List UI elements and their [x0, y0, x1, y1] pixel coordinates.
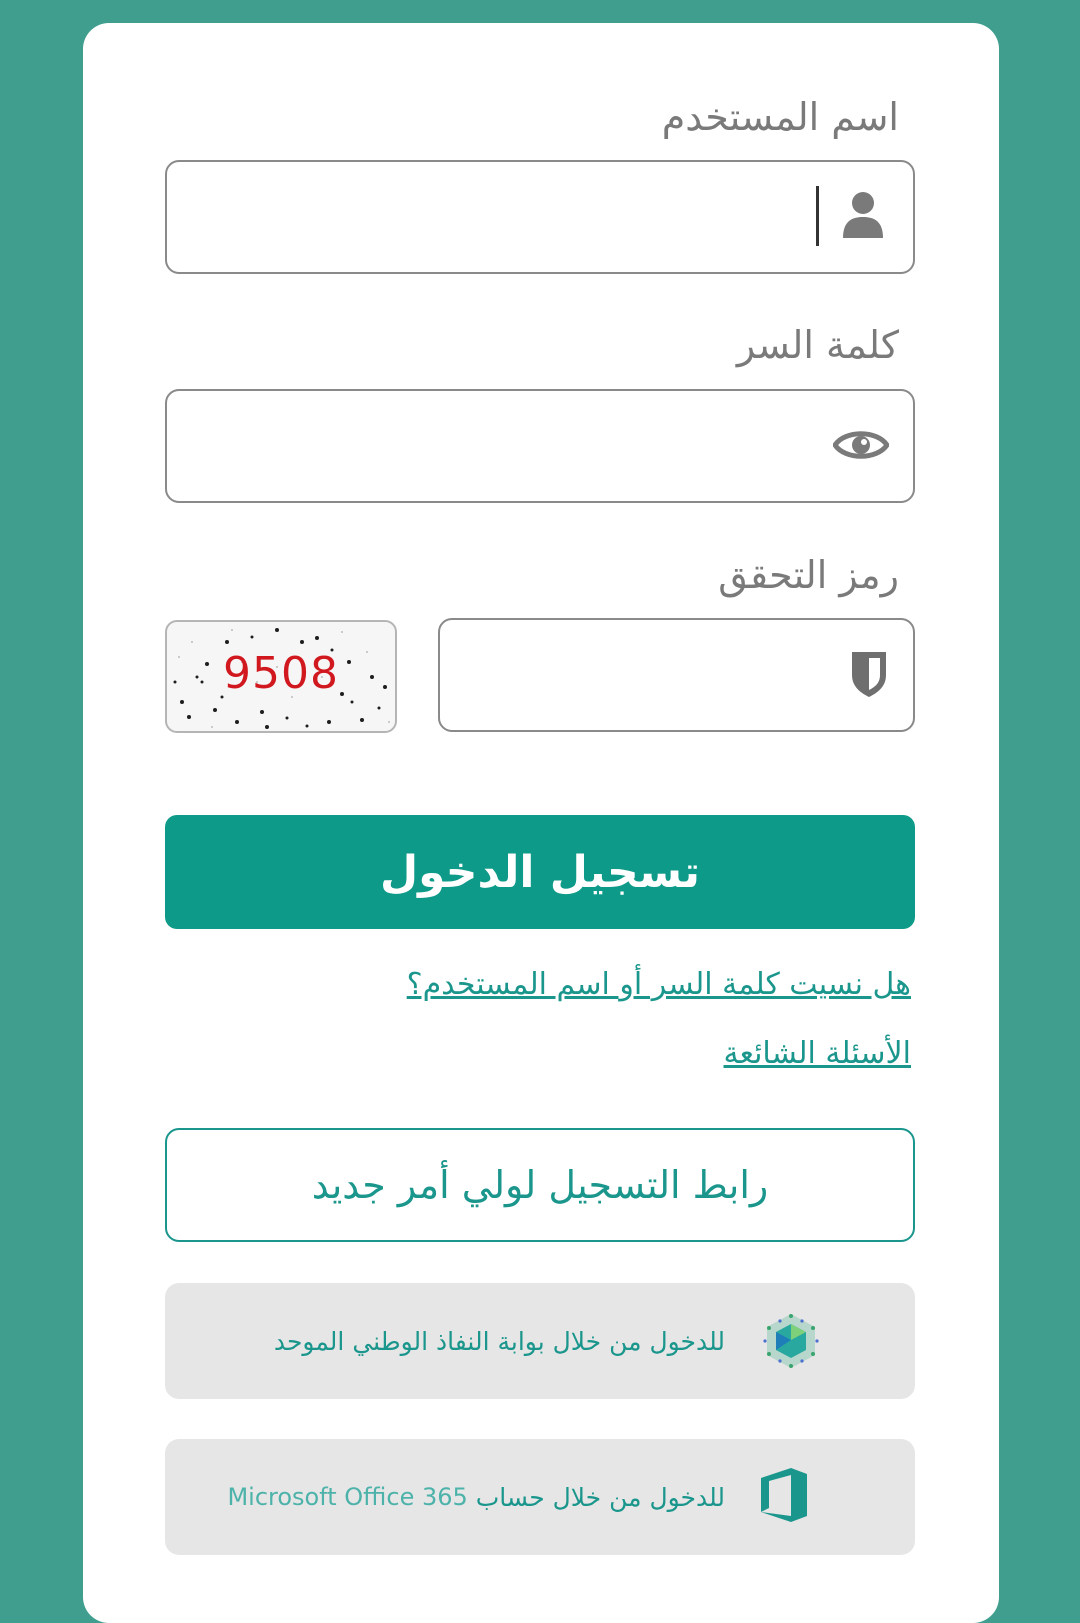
- shield-icon: [849, 649, 889, 703]
- office365-login-label: للدخول من خلال حساب Microsoft Office 365: [227, 1439, 725, 1555]
- eye-icon[interactable]: [831, 425, 891, 469]
- text-caret: [816, 186, 819, 246]
- nafath-login-label: للدخول من خلال بوابة النفاذ الوطني الموح…: [273, 1326, 725, 1356]
- captcha-image[interactable]: 9508: [165, 620, 397, 733]
- captcha-label: رمز التحقق: [718, 553, 899, 597]
- user-icon: [841, 190, 885, 244]
- forgot-credentials-link[interactable]: هل نسيت كلمة السر أو اسم المستخدم؟: [407, 967, 911, 1002]
- captcha-code: 9508: [223, 648, 339, 699]
- login-card: اسم المستخدم كلمة السر رمز التحقق 9508 ت…: [83, 23, 999, 1623]
- office-365-icon: [759, 1466, 809, 1528]
- nafath-logo-icon: [761, 1310, 821, 1376]
- password-field[interactable]: [165, 389, 915, 503]
- captcha-field[interactable]: [438, 618, 915, 732]
- register-guardian-button[interactable]: رابط التسجيل لولي أمر جديد: [165, 1128, 915, 1242]
- nafath-login-button[interactable]: للدخول من خلال بوابة النفاذ الوطني الموح…: [165, 1283, 915, 1399]
- office-label-text: للدخول من خلال حساب: [475, 1482, 725, 1512]
- faq-link[interactable]: الأسئلة الشائعة: [724, 1036, 911, 1071]
- username-label: اسم المستخدم: [661, 95, 899, 139]
- username-field[interactable]: [165, 160, 915, 274]
- office-brand-text: Microsoft Office 365: [227, 1483, 468, 1511]
- password-label: كلمة السر: [736, 323, 899, 367]
- office365-login-button[interactable]: للدخول من خلال حساب Microsoft Office 365: [165, 1439, 915, 1555]
- login-button[interactable]: تسجيل الدخول: [165, 815, 915, 929]
